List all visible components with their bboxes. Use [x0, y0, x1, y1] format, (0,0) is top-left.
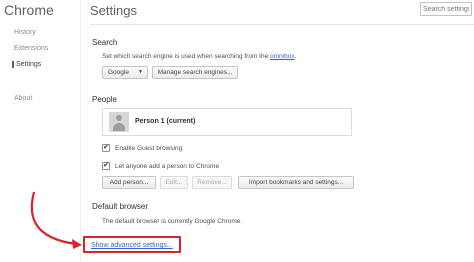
- sidebar-item-history[interactable]: History: [14, 29, 36, 36]
- search-engine-select[interactable]: Google ▼: [102, 66, 148, 79]
- remove-person-button[interactable]: Remove...: [192, 176, 232, 189]
- annotation-arrow-icon: [30, 191, 82, 249]
- search-section-title: Search: [92, 38, 118, 47]
- highlight-box: [83, 236, 181, 253]
- add-anyone-checkbox[interactable]: ✔: [102, 162, 110, 170]
- manage-search-engines-button[interactable]: Manage search engines...: [152, 66, 238, 79]
- page-title: Settings: [90, 3, 137, 18]
- search-description: Set which search engine is used when sea…: [102, 53, 296, 60]
- add-person-button[interactable]: Add person...: [102, 176, 156, 189]
- search-description-text: Set which search engine is used when sea…: [102, 53, 271, 60]
- brand-title: Chrome: [4, 2, 54, 18]
- import-bookmarks-button[interactable]: Import bookmarks and settings...: [238, 176, 354, 189]
- guest-browsing-checkbox[interactable]: ✔: [102, 144, 110, 152]
- guest-browsing-label: Enable Guest browsing: [115, 145, 183, 152]
- person-name: Person 1 (current): [135, 118, 196, 125]
- add-anyone-label: Let anyone add a person to Chrome: [115, 163, 220, 170]
- search-engine-value: Google: [108, 69, 129, 76]
- sidebar-item-settings[interactable]: Settings: [12, 61, 41, 68]
- search-settings-input[interactable]: [420, 2, 472, 16]
- people-section-title: People: [92, 95, 117, 104]
- chevron-down-icon: ▼: [138, 69, 143, 75]
- sidebar-item-extensions[interactable]: Extensions: [14, 45, 48, 52]
- edit-person-button[interactable]: Edit...: [160, 176, 188, 189]
- sidebar-item-about[interactable]: About: [14, 95, 32, 102]
- person-list-item[interactable]: Person 1 (current): [102, 108, 352, 136]
- avatar-icon: [109, 112, 129, 132]
- omnibox-link[interactable]: omnibox: [270, 53, 295, 60]
- header-divider: [90, 24, 474, 25]
- default-browser-description: The default browser is currently Google …: [102, 218, 243, 225]
- search-description-suffix: .: [294, 53, 297, 60]
- default-browser-section-title: Default browser: [92, 202, 149, 211]
